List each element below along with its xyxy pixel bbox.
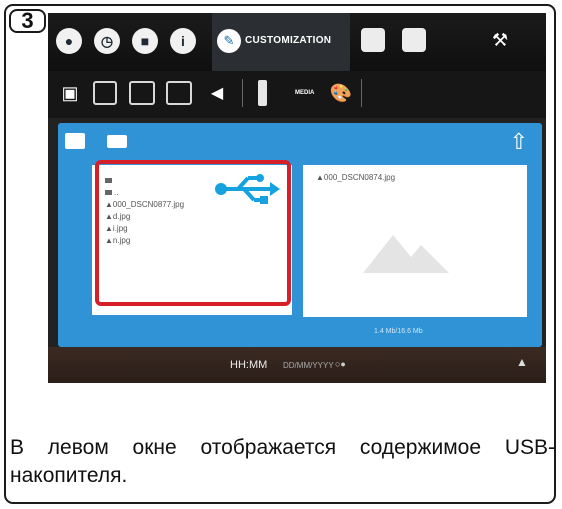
time-display: HH:MM xyxy=(230,359,268,371)
info-icon[interactable]: i xyxy=(170,28,196,54)
toolbar-divider xyxy=(242,79,243,107)
storage-info: 1.4 Mb/16.6 Mb xyxy=(374,328,423,335)
wrench-icon[interactable]: ⚒ xyxy=(492,30,508,51)
customization-toolbar: ▣ ◀ MEDIA 🎨 xyxy=(48,71,546,118)
image-placeholder-icon xyxy=(363,235,449,273)
media-label: MEDIA xyxy=(295,90,315,96)
export-icon[interactable]: ⇧ xyxy=(510,129,528,155)
network-icon: ○● xyxy=(335,359,346,369)
top-menu-bar: ● ◷ ■ i ✎ CUSTOMIZATION ⚒ xyxy=(48,13,546,71)
person-icon[interactable] xyxy=(402,28,426,52)
preview-filename: ▲000_DSCN0874.jpg xyxy=(316,173,396,182)
image-tab-icon[interactable] xyxy=(65,133,85,149)
caption-text: В левом окне отображается содержимое USB… xyxy=(10,436,555,487)
video-tab-icon[interactable] xyxy=(107,135,127,148)
date-display: DD/MM/YYYY xyxy=(283,361,334,370)
chat-icon[interactable]: ■ xyxy=(132,28,158,54)
clock-icon[interactable]: ◷ xyxy=(94,28,120,54)
book-open-icon[interactable] xyxy=(93,81,117,105)
device-screen: ● ◷ ■ i ✎ CUSTOMIZATION ⚒ ▣ ◀ MEDIA 🎨 ⇧ … xyxy=(48,13,546,383)
scroll-up-icon[interactable]: ▲ xyxy=(516,355,528,369)
toolbar-divider xyxy=(361,79,362,107)
palette-icon[interactable]: 🎨 xyxy=(329,81,353,105)
tab-customization-label: CUSTOMIZATION xyxy=(245,35,332,46)
pencil-icon: ✎ xyxy=(217,29,241,53)
book-icon[interactable]: ▣ xyxy=(58,81,82,105)
screen-icon[interactable] xyxy=(361,28,385,52)
status-bar: HH:MM DD/MM/YYYY ○● ▲ xyxy=(48,347,546,383)
preview-pane: ▲000_DSCN0874.jpg xyxy=(303,165,527,317)
highlight-box xyxy=(95,160,291,306)
step-number-badge: 3 xyxy=(9,8,46,33)
usb-icon[interactable] xyxy=(256,79,268,107)
speaker-icon[interactable]: ◀ xyxy=(204,81,230,105)
droplet-icon[interactable]: ● xyxy=(56,28,82,54)
text-frame-icon[interactable] xyxy=(166,81,192,105)
picture-frame-icon[interactable] xyxy=(129,81,155,105)
